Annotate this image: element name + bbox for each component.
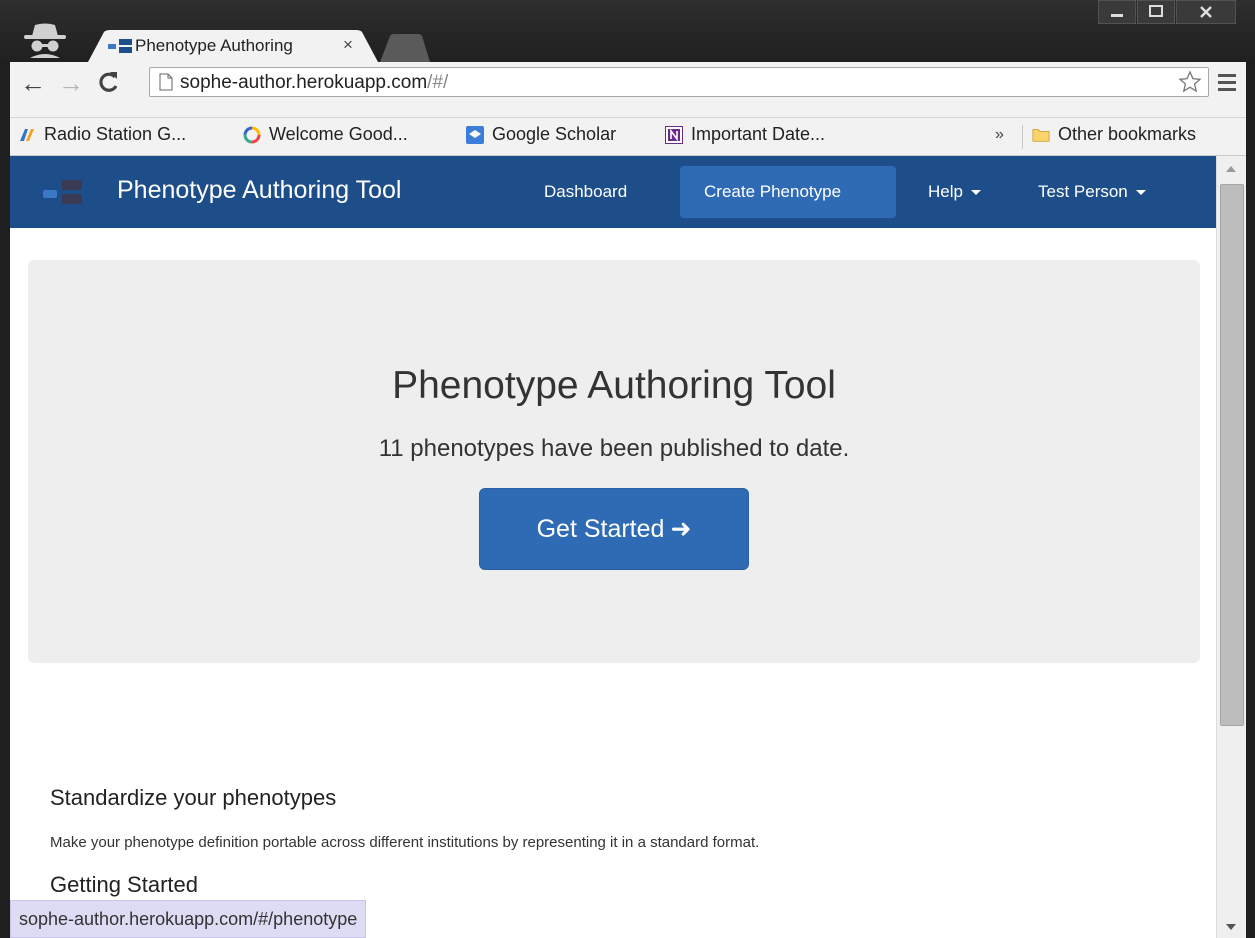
hero-subtitle: 11 phenotypes have been published to dat… (378, 435, 850, 462)
chrome-menu-icon[interactable] (1218, 74, 1236, 95)
new-tab-button[interactable] (380, 33, 430, 62)
bookmark-important-dates[interactable]: Important Date... (665, 124, 825, 145)
link-status-bubble: sophe-author.herokuapp.com/#/phenotype (10, 900, 367, 938)
browser-toolbar: ← → sophe-author.herokuapp.com/#/ (10, 62, 1246, 118)
forward-arrow-icon[interactable]: → (58, 70, 84, 96)
back-arrow-icon[interactable]: ← (20, 70, 46, 96)
google-favicon-icon (243, 126, 261, 143)
phenotype-favicon-icon (108, 39, 132, 53)
tab-title: Phenotype Authoring (135, 36, 293, 55)
radio-station-favicon-icon (20, 128, 34, 141)
folder-icon (1032, 128, 1050, 142)
bookmarks-overflow-chevron[interactable]: » (995, 126, 1004, 144)
arrow-right-icon: ➜ (670, 515, 692, 543)
scroll-up-arrow-icon[interactable] (1226, 166, 1236, 172)
scrollbar-thumb[interactable] (1220, 184, 1244, 726)
section-text-standardize: Make your phenotype definition portable … (50, 834, 760, 851)
bookmark-welcome[interactable]: Welcome Good... (243, 124, 408, 145)
page-viewport: Phenotype Authoring Tool Dashboard Creat… (10, 156, 1246, 938)
address-bar[interactable]: sophe-author.herokuapp.com/#/ (149, 67, 1209, 97)
page-icon (159, 73, 173, 91)
url-text: sophe-author.herokuapp.com/#/ (180, 72, 449, 93)
nav-dashboard[interactable]: Dashboard (544, 182, 627, 202)
bookmark-google-scholar[interactable]: Google Scholar (466, 124, 616, 145)
minimize-button[interactable] (1098, 0, 1136, 24)
google-scholar-favicon-icon (466, 125, 484, 144)
browser-tab-active[interactable]: Phenotype Authoring × (88, 30, 378, 62)
caret-down-icon (1135, 190, 1146, 196)
incognito-icon (24, 23, 66, 58)
phenotype-logo-icon[interactable] (40, 176, 90, 206)
caret-down-icon (970, 190, 981, 196)
scroll-down-arrow-icon[interactable] (1226, 924, 1236, 930)
section-heading-standardize: Standardize your phenotypes (50, 785, 337, 810)
app-navbar: Phenotype Authoring Tool Dashboard Creat… (10, 156, 1216, 228)
onenote-favicon-icon (665, 125, 683, 144)
tab-close-icon[interactable]: × (343, 35, 353, 55)
hero-jumbotron: Phenotype Authoring Tool 11 phenotypes h… (28, 260, 1200, 663)
nav-user-dropdown[interactable]: Test Person (1038, 182, 1146, 202)
nav-help-dropdown[interactable]: Help (928, 182, 981, 202)
window-titlebar: Phenotype Authoring × (0, 0, 1255, 62)
bookmark-star-icon[interactable] (1178, 70, 1202, 94)
reload-icon[interactable] (96, 69, 120, 95)
bookmark-radio-station[interactable]: Radio Station G... (18, 124, 186, 145)
navbar-brand[interactable]: Phenotype Authoring Tool (117, 176, 402, 205)
hero-title: Phenotype Authoring Tool (392, 364, 836, 407)
get-started-button[interactable]: Get Started ➜ (479, 488, 749, 570)
bookmarks-divider (1022, 125, 1023, 149)
section-heading-getting-started: Getting Started (50, 872, 198, 897)
nav-create-phenotype-label: Create Phenotype (704, 182, 842, 201)
other-bookmarks[interactable]: Other bookmarks (1032, 124, 1196, 145)
page-scrollbar[interactable] (1216, 156, 1246, 938)
maximize-button[interactable] (1137, 0, 1175, 24)
close-window-button[interactable] (1176, 0, 1236, 24)
bookmarks-bar: Radio Station G... Welcome Good... Googl… (10, 118, 1246, 156)
